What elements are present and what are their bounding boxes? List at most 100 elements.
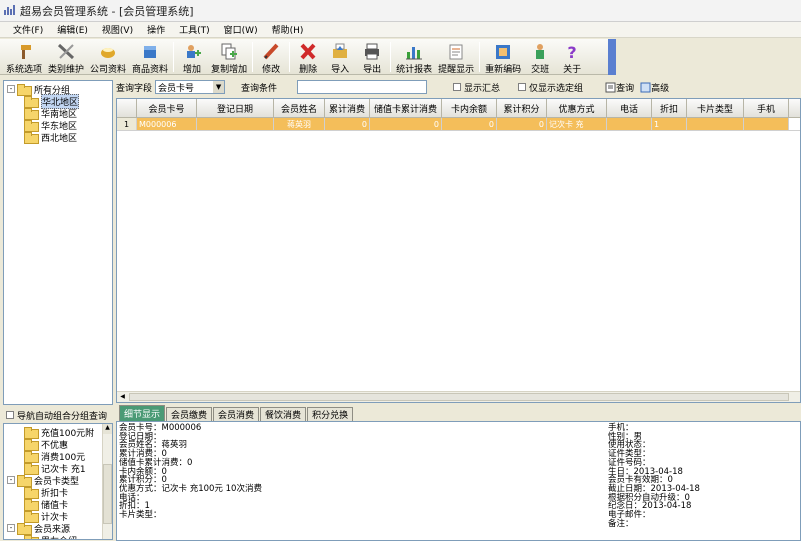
folder-icon: [24, 463, 39, 475]
table-cell[interactable]: [687, 118, 744, 130]
query-condition-input[interactable]: [297, 80, 428, 94]
title-bar: 超易会员管理系统 - [会员管理系统]: [0, 0, 801, 22]
menu-item-3[interactable]: 操作: [147, 23, 165, 36]
category-item-6[interactable]: 储值卡: [4, 498, 112, 511]
tree-item-label: 西北地区: [41, 133, 78, 144]
category-item-2[interactable]: 消费100元: [4, 450, 112, 463]
category-item-1[interactable]: 不优惠: [4, 438, 112, 451]
collapse-icon[interactable]: -: [7, 476, 15, 484]
detail-field: 备注：: [608, 518, 634, 529]
recode-icon: [496, 45, 511, 59]
nav-query-bar[interactable]: 导航自动组合分组查询: [3, 408, 113, 422]
table-cell[interactable]: M000006: [137, 118, 197, 130]
toolbar-overflow-handle[interactable]: [608, 39, 616, 75]
column-header-1[interactable]: 登记日期: [197, 99, 274, 117]
menu-item-5[interactable]: 窗口(W): [224, 23, 258, 36]
help-icon: ?: [567, 43, 576, 60]
toolbar-button-13[interactable]: 交班: [524, 39, 556, 75]
search-button[interactable]: 查询: [605, 81, 634, 94]
toolbar-button-8[interactable]: 导入: [324, 39, 356, 75]
tree-item-1[interactable]: 华南地区: [4, 107, 112, 120]
copy-add-icon: [221, 43, 238, 60]
summary-checkbox[interactable]: [453, 83, 462, 91]
collapse-icon[interactable]: -: [7, 85, 15, 93]
table-cell[interactable]: 0: [442, 118, 497, 130]
table-cell[interactable]: 0: [325, 118, 370, 130]
toolbar-button-3[interactable]: 商品资料: [129, 39, 171, 75]
toolbar-button-12[interactable]: 重新编码: [482, 39, 524, 75]
toolbar-button-10[interactable]: 统计报表: [393, 39, 435, 75]
table-cell[interactable]: 0: [497, 118, 547, 130]
table-cell[interactable]: 0: [370, 118, 442, 130]
table-row[interactable]: 1 M000006 蒋英羽 0 0 0 0 记次卡 充1: [117, 118, 800, 131]
column-header-4[interactable]: 储值卡累计消费: [370, 99, 442, 117]
toolbar-button-6[interactable]: 修改: [255, 39, 287, 75]
category-item-0[interactable]: 充值100元附: [4, 426, 112, 439]
tab-4[interactable]: 积分兑换: [307, 407, 354, 421]
menu-item-4[interactable]: 工具(T): [179, 23, 210, 36]
nav-query-checkbox[interactable]: [6, 411, 14, 419]
menu-item-0[interactable]: 文件(F): [13, 23, 43, 36]
folder-icon: [24, 96, 39, 108]
tab-2[interactable]: 会员消费: [213, 407, 260, 421]
tree-item-0[interactable]: 华北地区: [4, 93, 112, 109]
category-item-7[interactable]: 计次卡: [4, 510, 112, 523]
column-header-9[interactable]: 折扣: [652, 99, 687, 117]
printer-icon: [365, 43, 380, 60]
toolbar-button-0[interactable]: 系统选项: [3, 39, 45, 75]
category-item-9[interactable]: 男友介绍: [4, 534, 112, 539]
column-header-11[interactable]: 手机: [744, 99, 789, 117]
column-header-3[interactable]: 累计消费: [325, 99, 370, 117]
category-item-5[interactable]: 折扣卡: [4, 486, 112, 499]
category-item-3[interactable]: 记次卡 充1: [4, 462, 112, 475]
grid-horizontal-scrollbar[interactable]: ◀: [117, 391, 800, 402]
tree-item-3[interactable]: 西北地区: [4, 131, 112, 144]
query-field-select[interactable]: 会员卡号 ▼: [155, 80, 226, 94]
menu-item-1[interactable]: 编辑(E): [57, 23, 88, 36]
toolbar-button-1[interactable]: 类别维护: [45, 39, 87, 75]
column-header-10[interactable]: 卡片类型: [687, 99, 744, 117]
detail-field: 卡片类型：: [119, 510, 162, 521]
tree-item-2[interactable]: 华东地区: [4, 119, 112, 132]
toolbar-button-5[interactable]: 复制增加: [208, 39, 250, 75]
cup-icon: [101, 48, 116, 58]
table-cell[interactable]: 记次卡 充: [547, 118, 607, 130]
tab-0[interactable]: 细节显示: [119, 405, 166, 421]
hammer-icon: [21, 45, 31, 59]
column-header-8[interactable]: 电话: [607, 99, 652, 117]
bar-chart-icon: [406, 47, 423, 60]
table-cell[interactable]: [744, 118, 789, 130]
column-header-7[interactable]: 优惠方式: [547, 99, 607, 117]
toolbar-button-2[interactable]: 公司资料: [87, 39, 129, 75]
collapse-icon[interactable]: -: [7, 524, 15, 532]
toolbar-button-7[interactable]: 删除: [292, 39, 324, 75]
advanced-button[interactable]: 高级: [640, 81, 669, 94]
column-header-5[interactable]: 卡内余额: [442, 99, 497, 117]
column-header-2[interactable]: 会员姓名: [274, 99, 325, 117]
app-icon: [4, 5, 15, 16]
table-cell[interactable]: 1: [652, 118, 687, 130]
toolbar-button-label: 复制增加: [211, 65, 248, 75]
table-cell[interactable]: [197, 118, 274, 130]
reminder-icon: [449, 44, 463, 60]
toolbar-button-label: 导出: [363, 65, 382, 75]
scrollbar-thumb[interactable]: [129, 393, 789, 401]
folder-icon: [24, 439, 39, 451]
category-item-4[interactable]: - 会员卡类型: [4, 474, 112, 487]
menu-item-6[interactable]: 帮助(H): [272, 23, 304, 36]
table-cell[interactable]: [607, 118, 652, 130]
only-selected-checkbox[interactable]: [518, 83, 527, 91]
category-tree-scrollbar[interactable]: ▲: [102, 424, 112, 539]
table-cell[interactable]: 蒋英羽: [274, 118, 325, 130]
tab-1[interactable]: 会员缴费: [166, 407, 213, 421]
column-header-6[interactable]: 累计积分: [497, 99, 547, 117]
menu-item-2[interactable]: 视图(V): [102, 23, 133, 36]
tab-3[interactable]: 餐饮消费: [260, 407, 307, 421]
column-header-0[interactable]: 会员卡号: [137, 99, 197, 117]
toolbar-button-4[interactable]: 增加: [176, 39, 208, 75]
toolbar-button-11[interactable]: 提醒显示: [435, 39, 477, 75]
toolbar-button-9[interactable]: 导出: [356, 39, 388, 75]
chevron-down-icon[interactable]: ▼: [213, 81, 225, 93]
category-item-8[interactable]: - 会员来源: [4, 522, 112, 535]
toolbar-button-14[interactable]: ? 关于: [556, 39, 588, 75]
